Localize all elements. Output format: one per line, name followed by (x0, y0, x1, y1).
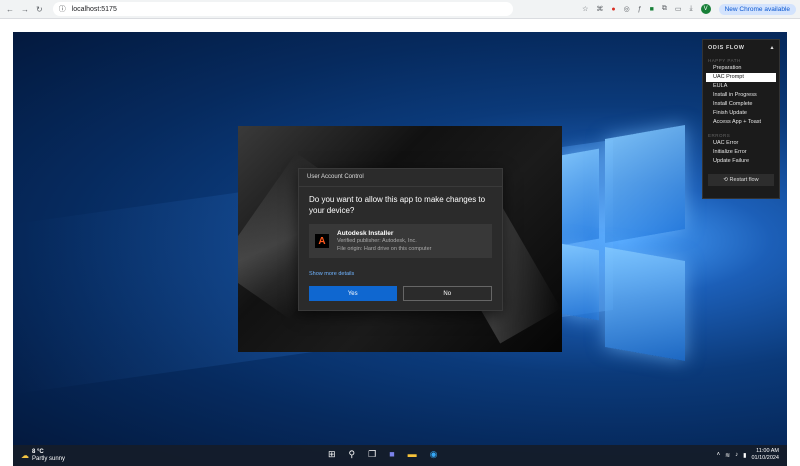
flow-item-access-app-toast[interactable]: Access App + Toast (706, 118, 776, 127)
search-icon[interactable]: ⚲ (349, 449, 356, 460)
uac-question: Do you want to allow this app to make ch… (309, 195, 486, 215)
app-info-card: A Autodesk Installer Verified publisher:… (309, 224, 492, 258)
windows-logo-pane-tr (605, 124, 685, 244)
camera-icon[interactable]: ◎ (624, 5, 630, 13)
weather-condition: Partly sunny (32, 455, 66, 462)
battery-icon[interactable]: ▮ (743, 452, 746, 459)
windows-logo-pane-br (605, 246, 685, 362)
yes-button[interactable]: Yes (309, 286, 397, 301)
autodesk-logo-icon: A (315, 234, 329, 248)
flow-item-update-failure[interactable]: Update Failure (706, 157, 776, 166)
weather-text: 8 °C Partly sunny (32, 449, 65, 463)
errors-label: ERRORS (708, 133, 731, 138)
browser-toolbar: ← → ↻ ⓘ localhost:5175 ☆ ⌘ ● ◎ ƒ ■ ⧉ ▭ ⤓… (0, 0, 800, 19)
flow-item-install-in-progress[interactable]: Install in Progress (706, 91, 776, 100)
system-tray: ˄ ≋ ♪ ▮ 11:00 AM 01/10/2024 (717, 448, 779, 462)
flow-item-install-complete[interactable]: Install Complete (706, 100, 776, 109)
clock-date: 01/10/2024 (751, 455, 779, 461)
app-publisher: Verified publisher: Autodesk, Inc. (337, 237, 417, 244)
flow-item-initialize-error[interactable]: Initialize Error (706, 148, 776, 157)
extensions-area: ☆ ⌘ ● ◎ ƒ ■ ⧉ ▭ ⤓ V New Chrome available (582, 3, 800, 15)
extension-green-icon[interactable]: ■ (650, 6, 654, 13)
url-text: localhost:5175 (71, 5, 117, 13)
chrome-update-button[interactable]: New Chrome available (718, 3, 796, 15)
odis-flow-panel: ODIS FLOW ▴ HAPPY PATH Preparation UAC Pr… (702, 39, 780, 199)
page-content: User Account Control Do you want to allo… (0, 19, 800, 466)
flow-item-uac-prompt[interactable]: UAC Prompt (706, 73, 776, 82)
forward-icon[interactable]: → (21, 5, 29, 14)
extension-f-icon[interactable]: ƒ (638, 6, 642, 13)
uac-dialog: User Account Control Do you want to allo… (298, 168, 503, 311)
edge-icon[interactable]: ◉ (430, 449, 438, 460)
uac-buttons: Yes No (299, 277, 502, 301)
translate-icon[interactable]: ⌘ (596, 5, 603, 13)
teams-icon[interactable]: ■ (389, 449, 394, 460)
app-details: Autodesk Installer Verified publisher: A… (337, 230, 431, 253)
site-info-icon[interactable]: ⓘ (59, 4, 66, 14)
windows-logo-pane-tl (561, 148, 599, 246)
volume-icon[interactable]: ♪ (735, 452, 738, 458)
back-icon[interactable]: ← (6, 5, 14, 14)
clock-time: 11:00 AM (756, 448, 779, 454)
uac-title: User Account Control (299, 169, 502, 187)
task-view-icon[interactable]: ❐ (368, 449, 376, 460)
app-name: Autodesk Installer (337, 229, 394, 237)
partly-sunny-icon: ☁ (21, 451, 29, 460)
download-icon[interactable]: ⤓ (690, 5, 693, 13)
flow-item-finish-update[interactable]: Finish Update (706, 109, 776, 118)
extension-red-icon[interactable]: ● (611, 6, 615, 13)
app-origin: File origin: Hard drive on this computer (337, 245, 432, 252)
start-icon[interactable]: ⊞ (328, 449, 336, 460)
flow-item-uac-error[interactable]: UAC Error (706, 139, 776, 148)
errors-list: UAC Error Initialize Error Update Failure (703, 139, 779, 166)
no-button[interactable]: No (402, 286, 492, 301)
clock[interactable]: 11:00 AM 01/10/2024 (751, 448, 779, 462)
collapse-icon[interactable]: ▴ (771, 45, 774, 51)
happy-path-list: Preparation UAC Prompt EULA Install in Prog… (703, 64, 779, 127)
taskbar-apps: ⊞ ⚲ ❐ ■ ▬ ◉ (328, 449, 438, 460)
show-more-details-link[interactable]: Show more details (299, 258, 502, 277)
file-explorer-icon[interactable]: ▬ (408, 449, 417, 460)
sidebar-icon[interactable]: ▭ (675, 5, 682, 13)
windows-desktop: User Account Control Do you want to allo… (13, 32, 787, 466)
happy-path-label: HAPPY PATH (708, 58, 741, 63)
weather-widget[interactable]: ☁ 8 °C Partly sunny (21, 449, 65, 463)
flow-item-preparation[interactable]: Preparation (706, 64, 776, 73)
reload-icon[interactable]: ↻ (36, 5, 43, 14)
taskbar: ☁ 8 °C Partly sunny ⊞ ⚲ ❐ ■ ▬ ◉ ˄ ≋ ♪ ▮ (13, 445, 787, 466)
address-bar[interactable]: ⓘ localhost:5175 (52, 2, 513, 16)
flow-header: ODIS FLOW ▴ (703, 40, 779, 55)
nav-buttons: ← → ↻ (6, 5, 43, 14)
windows-logo-pane-bl (561, 243, 599, 321)
bookmark-star-icon[interactable]: ☆ (582, 5, 588, 13)
flow-title: ODIS FLOW (708, 45, 745, 51)
puzzle-icon[interactable]: ⧉ (662, 5, 667, 13)
flow-item-eula[interactable]: EULA (706, 82, 776, 91)
profile-avatar[interactable]: V (700, 4, 711, 14)
wifi-icon[interactable]: ≋ (725, 452, 730, 459)
chevron-up-icon[interactable]: ˄ (717, 452, 721, 458)
weather-temp: 8 °C (32, 448, 44, 455)
restart-flow-button[interactable]: ⟲ Restart flow (708, 174, 774, 186)
